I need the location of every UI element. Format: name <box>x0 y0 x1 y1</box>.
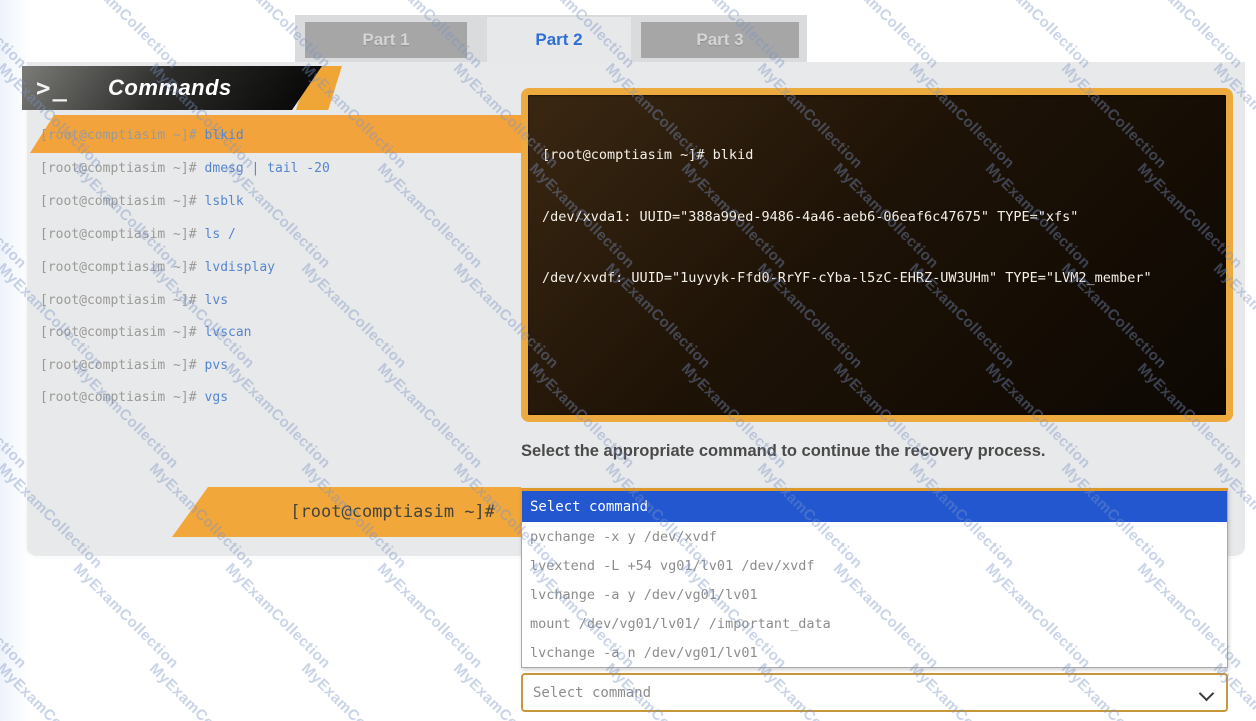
dropdown-option-lvchange-activate[interactable]: lvchange -a y /dev/vg01/lv01 <box>522 580 1227 609</box>
command-link[interactable]: lsblk <box>205 194 244 209</box>
command-link[interactable]: ls / <box>205 227 236 242</box>
commands-title: Commands <box>108 75 232 101</box>
tab-part-1[interactable]: Part 1 <box>305 22 467 58</box>
terminal-output-text: [root@comptiasim ~]# blkid /dev/xvda1: U… <box>528 95 1226 339</box>
watermark-text: MyExamCollection <box>298 660 410 721</box>
command-row-lvscan[interactable]: [root@comptiasim ~]# lvscan <box>40 316 252 349</box>
commands-header: >_ Commands <box>22 66 334 110</box>
exam-simulation-page: Part 1 Part 2 Part 3 >_ Commands [root@c… <box>0 0 1256 721</box>
shell-prompt: [root@comptiasim ~]# <box>40 161 197 176</box>
command-link[interactable]: dmesg | tail -20 <box>205 161 330 176</box>
command-link[interactable]: lvdisplay <box>205 260 275 275</box>
shell-prompt: [root@comptiasim ~]# <box>40 194 197 209</box>
command-link[interactable]: blkid <box>205 128 244 143</box>
shell-prompt: [root@comptiasim ~]# <box>40 293 197 308</box>
dropdown-option-mount[interactable]: mount /dev/vg01/lv01/ /important_data <box>522 609 1227 638</box>
shell-prompt: [root@comptiasim ~]# <box>40 260 197 275</box>
instruction-text: Select the appropriate command to contin… <box>521 442 1221 461</box>
terminal-output-window: [root@comptiasim ~]# blkid /dev/xvda1: U… <box>521 88 1233 422</box>
shell-prompt: [root@comptiasim ~]# <box>40 358 197 373</box>
answer-prompt-banner: [root@comptiasim ~]# <box>172 487 521 537</box>
shell-prompt: [root@comptiasim ~]# <box>40 128 197 143</box>
shell-prompt: [root@comptiasim ~]# <box>40 390 197 405</box>
command-select[interactable]: Select command <box>521 673 1228 712</box>
command-row-pvs[interactable]: [root@comptiasim ~]# pvs <box>40 349 228 382</box>
command-row-lvdisplay[interactable]: [root@comptiasim ~]# lvdisplay <box>40 251 275 284</box>
dropdown-option-lvextend[interactable]: lvextend -L +54 vg01/lv01 /dev/xvdf <box>522 551 1227 580</box>
shell-prompt: [root@comptiasim ~]# <box>40 325 197 340</box>
terminal-prompt-icon: >_ <box>36 74 94 102</box>
select-placeholder: Select command <box>533 685 651 701</box>
tab-part-2[interactable]: Part 2 <box>487 17 631 62</box>
dropdown-option-pvchange[interactable]: pvchange -x y /dev/xvdf <box>522 522 1227 551</box>
answer-shell-prompt: [root@comptiasim ~]# <box>290 502 495 522</box>
tab-strip: Part 1 Part 2 Part 3 <box>295 15 807 62</box>
command-link[interactable]: pvs <box>205 358 228 373</box>
tab-part-3[interactable]: Part 3 <box>641 22 799 58</box>
dropdown-selected-option[interactable]: Select command <box>522 491 1227 522</box>
dropdown-option-lvchange-deactivate[interactable]: lvchange -a n /dev/vg01/lv01 <box>522 638 1227 667</box>
command-dropdown-list: Select command pvchange -x y /dev/xvdf l… <box>521 488 1228 668</box>
command-link[interactable]: vgs <box>205 390 228 405</box>
command-row-vgs[interactable]: [root@comptiasim ~]# vgs <box>40 381 228 414</box>
command-row-lsblk[interactable]: [root@comptiasim ~]# lsblk <box>40 185 244 218</box>
watermark-text: MyExamCollection <box>146 660 258 721</box>
command-link[interactable]: lvscan <box>205 325 252 340</box>
terminal-line: [root@comptiasim ~]# blkid <box>542 145 1212 166</box>
command-row-ls[interactable]: [root@comptiasim ~]# ls / <box>40 218 236 251</box>
watermark-text: MyExamCollection <box>222 560 334 672</box>
chevron-down-icon <box>1199 686 1215 702</box>
command-row-dmesg[interactable]: [root@comptiasim ~]# dmesg | tail -20 <box>40 152 330 185</box>
terminal-line: /dev/xvda1: UUID="388a99ed-9486-4a46-aeb… <box>542 207 1212 228</box>
command-row-blkid[interactable]: [root@comptiasim ~]# blkid <box>40 119 244 152</box>
watermark-text: MyExamCollection <box>374 560 486 672</box>
shell-prompt: [root@comptiasim ~]# <box>40 227 197 242</box>
command-row-lvs[interactable]: [root@comptiasim ~]# lvs <box>40 284 228 317</box>
watermark-text: MyExamCollection <box>0 560 30 672</box>
terminal-line: /dev/xvdf: UUID="1uyvyk-Ffd0-RrYF-cYba-l… <box>542 268 1212 289</box>
watermark-text: MyExamCollection <box>70 560 182 672</box>
watermark-text: MyExamCollection <box>0 660 106 721</box>
command-link[interactable]: lvs <box>205 293 228 308</box>
